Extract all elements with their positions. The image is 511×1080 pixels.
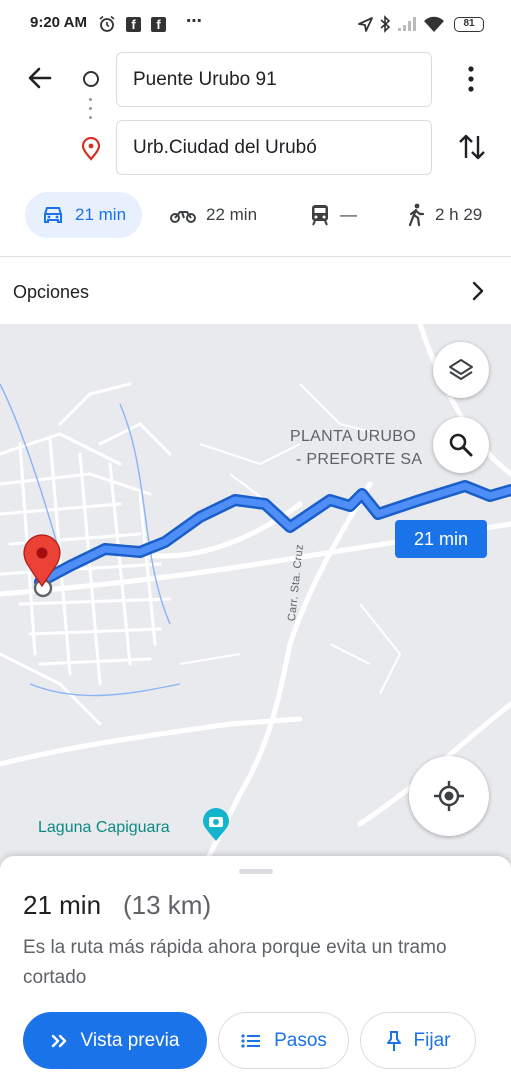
- search-icon: [449, 433, 473, 457]
- bluetooth-icon: [379, 15, 391, 33]
- crosshair-icon: [434, 781, 464, 811]
- route-options-row[interactable]: Opciones: [0, 258, 511, 324]
- layers-button[interactable]: [433, 342, 489, 398]
- maps-directions-screen: 9:20 AM f f ⋯ 81 Puente Urubo 91 Urb.Ciu…: [0, 0, 511, 1080]
- preview-button[interactable]: Vista previa: [23, 1012, 207, 1069]
- my-location-button[interactable]: [409, 756, 489, 836]
- battery-icon: 81: [454, 17, 484, 32]
- wifi-icon: [423, 15, 445, 33]
- motorcycle-icon: [170, 211, 196, 223]
- map-view[interactable]: PLANTA URUBO - PREFORTE SA Carr. Sta. Cr…: [0, 324, 511, 874]
- status-bar: 9:20 AM f f ⋯ 81: [0, 0, 511, 48]
- pin-label: Fijar: [413, 1029, 451, 1051]
- more-options-button[interactable]: [455, 62, 487, 96]
- drag-handle[interactable]: [239, 869, 273, 874]
- tab-motorcycle-label: 22 min: [206, 205, 258, 224]
- route-duration: 21 min: [23, 890, 102, 920]
- facebook-icon: f: [126, 15, 141, 33]
- steps-label: Pasos: [274, 1029, 327, 1051]
- search-along-route-button[interactable]: [433, 417, 489, 473]
- tab-transit-label: —: [340, 205, 357, 224]
- location-arrow-icon: [357, 15, 374, 33]
- tab-walking[interactable]: 2 h 29: [407, 192, 482, 238]
- kebab-menu-icon: [468, 66, 474, 92]
- route-distance: (13 km): [123, 890, 212, 920]
- steps-button[interactable]: Pasos: [218, 1012, 349, 1069]
- travel-mode-tabs: 21 min 22 min — 2 h 29: [0, 192, 511, 238]
- back-arrow-icon: [28, 67, 52, 89]
- more-notifications-icon: ⋯: [186, 13, 202, 30]
- walking-icon: [408, 203, 425, 227]
- tab-driving-label: 21 min: [75, 205, 127, 224]
- chevron-right-icon: [465, 278, 491, 304]
- back-button[interactable]: [24, 62, 56, 94]
- route-duration-bubble[interactable]: 21 min: [395, 520, 487, 558]
- camera-poi-icon[interactable]: [201, 808, 231, 842]
- swap-arrows-icon: [459, 134, 485, 160]
- route-summary-sheet[interactable]: 21 min (13 km) Es la ruta más rápida aho…: [0, 856, 511, 1080]
- route-dots-icon: [89, 98, 93, 126]
- transit-icon: [312, 205, 328, 226]
- tab-transit[interactable]: —: [310, 192, 357, 238]
- double-chevron-icon: [51, 1034, 66, 1047]
- pin-button[interactable]: Fijar: [360, 1012, 476, 1069]
- signal-icon: [397, 15, 417, 33]
- swap-route-button[interactable]: [456, 130, 488, 164]
- origin-circle-icon: [83, 71, 99, 87]
- destination-input[interactable]: Urb.Ciudad del Urubó: [116, 120, 432, 175]
- tab-walking-label: 2 h 29: [435, 205, 483, 224]
- tab-motorcycle[interactable]: 22 min: [170, 192, 257, 238]
- status-time: 9:20 AM: [30, 14, 87, 31]
- pushpin-icon: [386, 1030, 401, 1051]
- poi-label[interactable]: Laguna Capiguara: [38, 819, 170, 837]
- route-reason: Es la ruta más rápida ahora porque evita…: [23, 937, 447, 988]
- divider: [0, 256, 511, 257]
- place-label-line2: - PREFORTE SA: [296, 451, 423, 468]
- alarm-icon: [98, 15, 116, 33]
- tab-driving[interactable]: 21 min: [25, 192, 143, 238]
- place-label-line1: PLANTA URUBO: [290, 428, 416, 445]
- origin-input[interactable]: Puente Urubo 91: [116, 52, 432, 107]
- destination-pin-icon: [80, 136, 102, 161]
- car-icon: [44, 207, 62, 223]
- layers-icon: [449, 359, 473, 380]
- list-icon: [241, 1033, 261, 1048]
- preview-label: Vista previa: [80, 1029, 180, 1051]
- options-label: Opciones: [13, 282, 90, 302]
- facebook-icon: f: [151, 15, 166, 33]
